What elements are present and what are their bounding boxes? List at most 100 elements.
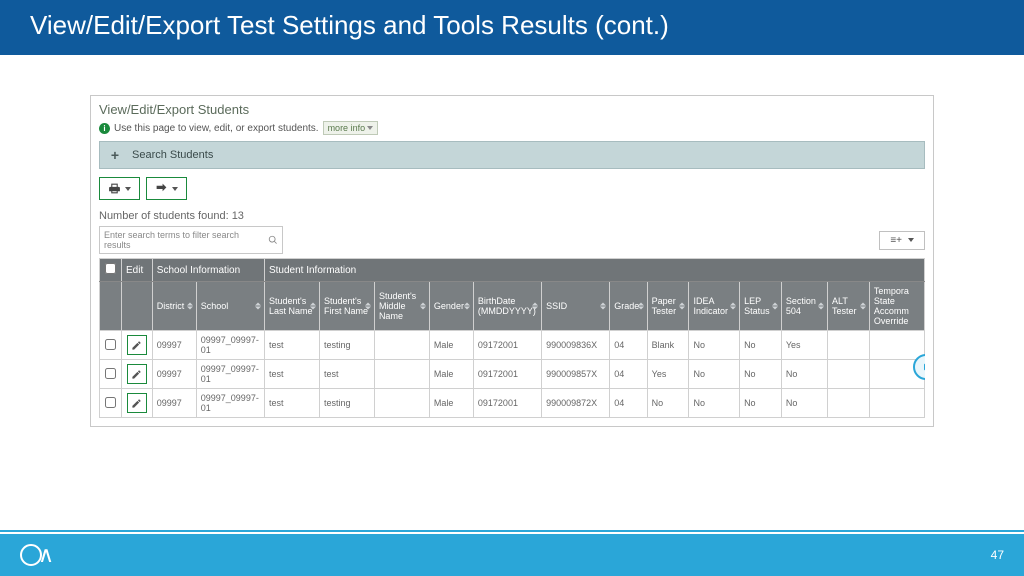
edit-row-button[interactable] [127,364,147,384]
cell-temp [869,331,924,360]
cell-first: testing [319,389,374,418]
cell-idea: No [689,360,740,389]
col-first[interactable]: Student's First Name [319,282,374,331]
pencil-icon [131,369,142,380]
cell-lep: No [740,360,782,389]
cell-first: testing [319,331,374,360]
export-icon [155,182,168,195]
col-paper[interactable]: Paper Tester [647,282,689,331]
cell-alt [828,389,870,418]
edit-row-button[interactable] [127,393,147,413]
export-button[interactable] [146,177,187,200]
search-icon [268,235,278,245]
table-columns-row: District School Student's Last Name Stud… [100,282,925,331]
search-students-label: Search Students [132,149,213,161]
plus-icon: + [108,148,122,162]
columns-icon-text: ≡+ [890,235,902,246]
row-checkbox-cell[interactable] [100,360,122,389]
cell-school: 09997_09997-01 [196,360,264,389]
cell-middle [374,389,429,418]
cell-district: 09997 [152,360,196,389]
filter-input[interactable]: Enter search terms to filter search resu… [99,226,283,254]
cell-ssid: 990009857X [542,360,610,389]
cell-middle [374,360,429,389]
group-school-info: School Information [152,259,264,282]
col-alt[interactable]: ALT Tester [828,282,870,331]
students-panel: View/Edit/Export Students i Use this pag… [90,95,934,427]
slide-title: View/Edit/Export Test Settings and Tools… [0,0,1024,55]
cell-last: test [264,331,319,360]
cell-paper: Blank [647,331,689,360]
cell-grade: 04 [610,389,647,418]
cell-grade: 04 [610,331,647,360]
brand-logo: ∧ [20,542,55,568]
row-checkbox[interactable] [105,339,116,350]
print-button[interactable] [99,177,140,200]
chevron-down-icon [172,187,178,191]
row-checkbox-cell[interactable] [100,389,122,418]
row-checkbox[interactable] [105,397,116,408]
cell-gender: Male [429,331,473,360]
cell-dob: 09172001 [473,360,541,389]
cell-dob: 09172001 [473,389,541,418]
cell-504: Yes [781,331,827,360]
cell-ssid: 990009872X [542,389,610,418]
col-lep[interactable]: LEP Status [740,282,782,331]
select-all-header[interactable] [100,259,122,282]
col-gender[interactable]: Gender [429,282,473,331]
cell-alt [828,331,870,360]
cell-504: No [781,389,827,418]
more-info-button[interactable]: more info [323,121,379,135]
cell-first: test [319,360,374,389]
cell-temp [869,389,924,418]
results-table: Edit School Information Student Informat… [99,258,925,418]
info-icon: i [99,123,110,134]
cell-last: test [264,389,319,418]
table-row: 0999709997_09997-01testtestMale091720019… [100,360,925,389]
pencil-icon [131,398,142,409]
group-edit: Edit [121,259,152,282]
col-504[interactable]: Section 504 [781,282,827,331]
col-middle[interactable]: Student's Middle Name [374,282,429,331]
cell-idea: No [689,389,740,418]
slide-footer: ∧ 47 [0,530,1024,576]
cell-504: No [781,360,827,389]
chevron-down-icon [908,238,914,242]
cell-dob: 09172001 [473,331,541,360]
cell-gender: Male [429,360,473,389]
edit-row-button[interactable] [127,335,147,355]
cell-lep: No [740,389,782,418]
cell-school: 09997_09997-01 [196,331,264,360]
search-students-bar[interactable]: + Search Students [99,141,925,169]
arrow-right-icon [920,361,925,373]
select-all-checkbox[interactable] [105,263,116,274]
col-ssid[interactable]: SSID [542,282,610,331]
group-student-info: Student Information [264,259,924,282]
row-checkbox-cell[interactable] [100,331,122,360]
cell-paper: Yes [647,360,689,389]
cell-last: test [264,360,319,389]
cell-lep: No [740,331,782,360]
cell-district: 09997 [152,389,196,418]
panel-hint: Use this page to view, edit, or export s… [114,123,319,134]
row-checkbox[interactable] [105,368,116,379]
col-temp[interactable]: Tempora State Accomm Override [869,282,924,331]
col-dob[interactable]: BirthDate (MMDDYYYY) [473,282,541,331]
table-row: 0999709997_09997-01testtesting Male091720… [100,389,925,418]
results-count: Number of students found: 13 [99,210,925,222]
page-number: 47 [991,548,1004,562]
cell-school: 09997_09997-01 [196,389,264,418]
col-district[interactable]: District [152,282,196,331]
panel-title: View/Edit/Export Students [99,102,925,117]
col-grade[interactable]: Grade [610,282,647,331]
pencil-icon [131,340,142,351]
cell-paper: No [647,389,689,418]
col-school[interactable]: School [196,282,264,331]
printer-icon [108,182,121,195]
filter-placeholder: Enter search terms to filter search resu… [104,230,268,250]
columns-button[interactable]: ≡+ [879,231,925,250]
cell-gender: Male [429,389,473,418]
col-idea[interactable]: IDEA Indicator [689,282,740,331]
col-last[interactable]: Student's Last Name [264,282,319,331]
chevron-down-icon [125,187,131,191]
